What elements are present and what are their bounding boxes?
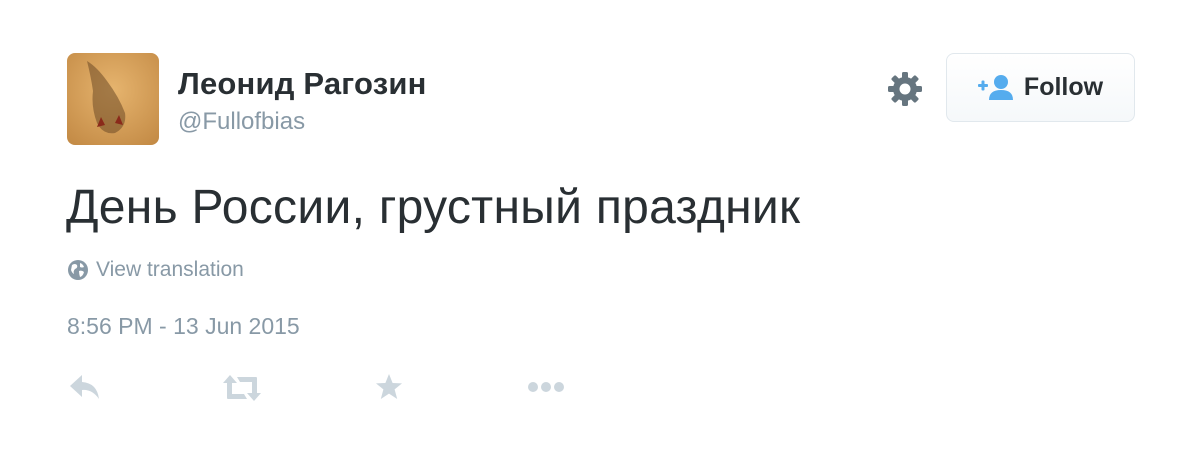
tweet-timestamp[interactable]: 8:56 PM - 13 Jun 2015 bbox=[67, 313, 300, 340]
add-user-icon bbox=[977, 74, 1013, 100]
view-translation-link[interactable]: View translation bbox=[67, 258, 244, 282]
tweet-card: Леонид Рагозин @Fullofbias Follow День Р… bbox=[0, 0, 1200, 456]
more-icon[interactable] bbox=[527, 380, 567, 394]
view-translation-label: View translation bbox=[96, 258, 244, 281]
follow-button-label: Follow bbox=[1023, 73, 1104, 101]
display-name[interactable]: Леонид Рагозин bbox=[178, 66, 427, 102]
retweet-icon[interactable] bbox=[222, 373, 262, 403]
star-icon[interactable] bbox=[374, 372, 404, 402]
avatar[interactable] bbox=[67, 53, 159, 145]
tweet-text: День России, грустный праздник bbox=[66, 181, 801, 234]
gear-icon[interactable] bbox=[886, 70, 924, 108]
follow-button[interactable]: Follow bbox=[946, 53, 1135, 122]
avatar-image bbox=[67, 53, 159, 145]
globe-icon bbox=[68, 260, 88, 280]
user-handle[interactable]: @Fullofbias bbox=[178, 108, 305, 136]
reply-icon[interactable] bbox=[68, 373, 102, 401]
